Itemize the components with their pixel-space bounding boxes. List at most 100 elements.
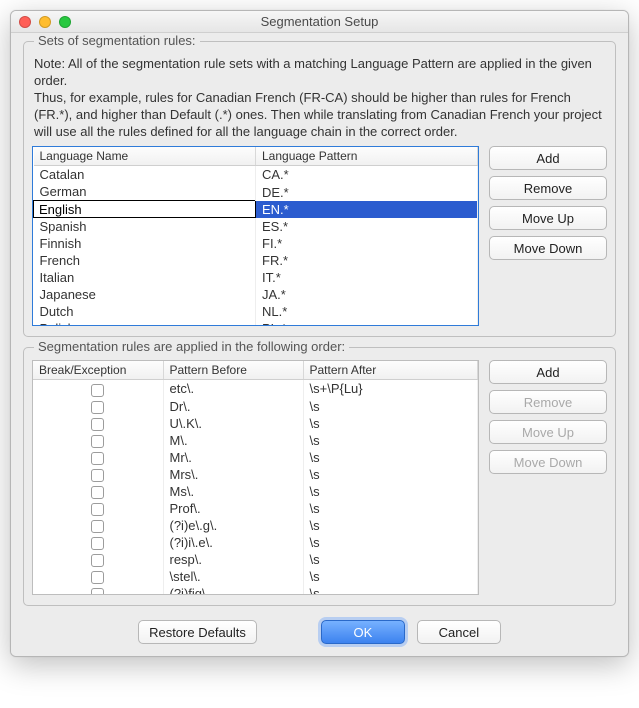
sets-move-up-button[interactable]: Move Up — [489, 206, 607, 230]
pattern-before-cell[interactable]: M\. — [163, 432, 303, 449]
pattern-before-cell[interactable]: (?i)e\.g\. — [163, 517, 303, 534]
pattern-after-cell[interactable]: \s — [303, 534, 478, 551]
table-row[interactable]: FrenchFR.* — [34, 252, 478, 269]
break-exception-cell[interactable] — [33, 449, 163, 466]
language-pattern-cell[interactable]: EN.* — [256, 201, 478, 218]
table-row[interactable]: (?i)fig\.\s — [33, 585, 478, 595]
language-name-cell[interactable]: Dutch — [34, 303, 256, 320]
checkbox-icon[interactable] — [91, 486, 104, 499]
table-row[interactable]: ItalianIT.* — [34, 269, 478, 286]
checkbox-icon[interactable] — [91, 554, 104, 567]
language-pattern-cell[interactable]: FI.* — [256, 235, 478, 252]
table-row[interactable]: DutchNL.* — [34, 303, 478, 320]
pattern-after-cell[interactable]: \s — [303, 466, 478, 483]
rules-body[interactable]: etc\.\s+\P{Lu}Dr\.\sU\.K\.\sM\.\sMr\.\sM… — [33, 380, 478, 596]
table-row[interactable]: FinnishFI.* — [34, 235, 478, 252]
language-name-cell[interactable]: Catalan — [34, 166, 256, 184]
sets-move-down-button[interactable]: Move Down — [489, 236, 607, 260]
checkbox-icon[interactable] — [91, 537, 104, 550]
table-row[interactable]: PolishPL.* — [34, 320, 478, 326]
pattern-before-cell[interactable]: Mr\. — [163, 449, 303, 466]
table-row[interactable]: M\.\s — [33, 432, 478, 449]
pattern-after-cell[interactable]: \s — [303, 432, 478, 449]
table-row[interactable]: Ms\.\s — [33, 483, 478, 500]
language-sets-table[interactable]: Language Name Language Pattern CatalanCA… — [33, 147, 478, 326]
pattern-before-cell[interactable]: Prof\. — [163, 500, 303, 517]
pattern-before-cell[interactable]: Ms\. — [163, 483, 303, 500]
pattern-before-cell[interactable]: resp\. — [163, 551, 303, 568]
col-language-name[interactable]: Language Name — [34, 147, 256, 166]
break-exception-cell[interactable] — [33, 517, 163, 534]
break-exception-cell[interactable] — [33, 568, 163, 585]
restore-defaults-button[interactable]: Restore Defaults — [138, 620, 257, 644]
checkbox-icon[interactable] — [91, 469, 104, 482]
table-row[interactable]: \stel\.\s — [33, 568, 478, 585]
language-pattern-cell[interactable]: ES.* — [256, 218, 478, 236]
break-exception-cell[interactable] — [33, 466, 163, 483]
table-row[interactable]: EnglishEN.* — [34, 201, 478, 218]
table-row[interactable]: Prof\.\s — [33, 500, 478, 517]
break-exception-cell[interactable] — [33, 380, 163, 398]
language-name-cell[interactable]: Finnish — [34, 235, 256, 252]
language-pattern-cell[interactable]: NL.* — [256, 303, 478, 320]
sets-add-button[interactable]: Add — [489, 146, 607, 170]
checkbox-icon[interactable] — [91, 435, 104, 448]
table-row[interactable]: Dr\.\s — [33, 398, 478, 415]
pattern-after-cell[interactable]: \s — [303, 415, 478, 432]
break-exception-cell[interactable] — [33, 534, 163, 551]
pattern-after-cell[interactable]: \s — [303, 551, 478, 568]
table-row[interactable]: (?i)i\.e\.\s — [33, 534, 478, 551]
checkbox-icon[interactable] — [91, 520, 104, 533]
pattern-before-cell[interactable]: etc\. — [163, 380, 303, 398]
language-name-cell[interactable]: Italian — [34, 269, 256, 286]
col-pattern-after[interactable]: Pattern After — [303, 361, 478, 380]
break-exception-cell[interactable] — [33, 483, 163, 500]
pattern-before-cell[interactable]: (?i)fig\. — [163, 585, 303, 595]
language-name-cell[interactable]: Polish — [34, 320, 256, 326]
language-pattern-cell[interactable]: CA.* — [256, 166, 478, 184]
col-pattern-before[interactable]: Pattern Before — [163, 361, 303, 380]
checkbox-icon[interactable] — [91, 588, 104, 595]
table-row[interactable]: JapaneseJA.* — [34, 286, 478, 303]
rules-table[interactable]: Break/Exception Pattern Before Pattern A… — [33, 361, 478, 595]
table-row[interactable]: GermanDE.* — [34, 183, 478, 201]
checkbox-icon[interactable] — [91, 571, 104, 584]
pattern-before-cell[interactable]: U\.K\. — [163, 415, 303, 432]
break-exception-cell[interactable] — [33, 585, 163, 595]
language-pattern-cell[interactable]: JA.* — [256, 286, 478, 303]
table-row[interactable]: resp\.\s — [33, 551, 478, 568]
rules-table-wrap[interactable]: Break/Exception Pattern Before Pattern A… — [32, 360, 479, 595]
table-row[interactable]: U\.K\.\s — [33, 415, 478, 432]
break-exception-cell[interactable] — [33, 398, 163, 415]
language-pattern-cell[interactable]: IT.* — [256, 269, 478, 286]
pattern-before-cell[interactable]: \stel\. — [163, 568, 303, 585]
rules-add-button[interactable]: Add — [489, 360, 607, 384]
pattern-after-cell[interactable]: \s — [303, 500, 478, 517]
pattern-after-cell[interactable]: \s — [303, 517, 478, 534]
language-sets-table-wrap[interactable]: Language Name Language Pattern CatalanCA… — [32, 146, 479, 326]
break-exception-cell[interactable] — [33, 500, 163, 517]
table-row[interactable]: (?i)e\.g\.\s — [33, 517, 478, 534]
language-name-cell[interactable]: Spanish — [34, 218, 256, 236]
table-row[interactable]: etc\.\s+\P{Lu} — [33, 380, 478, 398]
language-name-cell[interactable]: German — [34, 183, 256, 201]
language-pattern-cell[interactable]: FR.* — [256, 252, 478, 269]
break-exception-cell[interactable] — [33, 432, 163, 449]
pattern-after-cell[interactable]: \s — [303, 585, 478, 595]
pattern-before-cell[interactable]: Dr\. — [163, 398, 303, 415]
language-name-cell[interactable]: English — [34, 201, 256, 218]
checkbox-icon[interactable] — [91, 503, 104, 516]
language-pattern-cell[interactable]: PL.* — [256, 320, 478, 326]
checkbox-icon[interactable] — [91, 418, 104, 431]
break-exception-cell[interactable] — [33, 551, 163, 568]
ok-button[interactable]: OK — [321, 620, 405, 644]
col-break-exception[interactable]: Break/Exception — [33, 361, 163, 380]
pattern-before-cell[interactable]: Mrs\. — [163, 466, 303, 483]
language-name-cell[interactable]: French — [34, 252, 256, 269]
pattern-before-cell[interactable]: (?i)i\.e\. — [163, 534, 303, 551]
table-row[interactable]: SpanishES.* — [34, 218, 478, 236]
table-row[interactable]: Mr\.\s — [33, 449, 478, 466]
pattern-after-cell[interactable]: \s+\P{Lu} — [303, 380, 478, 398]
table-row[interactable]: CatalanCA.* — [34, 166, 478, 184]
sets-remove-button[interactable]: Remove — [489, 176, 607, 200]
